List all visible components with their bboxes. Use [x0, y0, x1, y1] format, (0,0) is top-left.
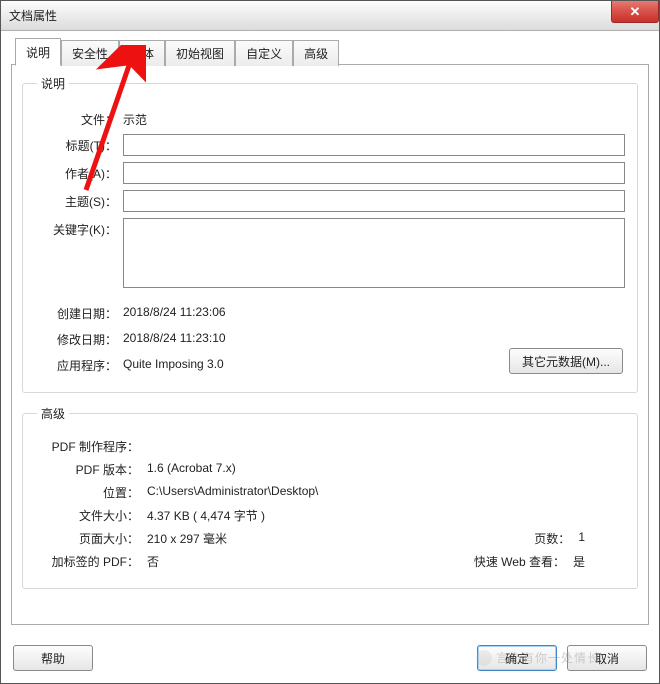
- tab-panel-description: 说明 文件： 示范 标题(T)： 作者(A)： 主题(S)：: [11, 64, 649, 625]
- location-value: C:\Users\Administrator\Desktop\: [147, 484, 625, 501]
- titlebar: 文档属性 ✕: [1, 1, 659, 31]
- location-label: 位置：: [37, 484, 147, 501]
- tab-description[interactable]: 说明: [15, 38, 61, 66]
- additional-metadata-button[interactable]: 其它元数据(M)...: [509, 348, 623, 374]
- producer-value: [147, 438, 625, 455]
- window-title: 文档属性: [9, 7, 57, 24]
- group-description: 说明 文件： 示范 标题(T)： 作者(A)： 主题(S)：: [22, 75, 638, 393]
- group-description-legend: 说明: [37, 75, 69, 92]
- close-icon: ✕: [630, 4, 641, 20]
- tab-fonts[interactable]: 字体: [119, 40, 165, 66]
- producer-label: PDF 制作程序：: [37, 438, 147, 455]
- version-label: PDF 版本：: [37, 461, 147, 478]
- title-label: 标题(T)：: [37, 134, 123, 154]
- cancel-button[interactable]: 取消: [567, 645, 647, 671]
- keywords-input[interactable]: [123, 218, 625, 288]
- group-advanced-legend: 高级: [37, 405, 69, 422]
- author-input[interactable]: [123, 162, 625, 184]
- dialog-footer: 帮助 确定 取消: [1, 635, 659, 683]
- keywords-label: 关键字(K)：: [37, 218, 123, 238]
- created-label: 创建日期：: [37, 302, 123, 322]
- tagged-label: 加标签的 PDF：: [37, 553, 147, 570]
- fastweb-value: 是: [573, 553, 585, 570]
- group-advanced: 高级 PDF 制作程序： PDF 版本： 1.6 (Acrobat 7.x) 位…: [22, 405, 638, 589]
- document-properties-window: 文档属性 ✕ 说明 安全性 字体 初始视图 自定义 高级 说明 文件： 示范 标…: [0, 0, 660, 684]
- subject-input[interactable]: [123, 190, 625, 212]
- modified-label: 修改日期：: [37, 328, 123, 348]
- pagesize-label: 页面大小：: [37, 530, 147, 547]
- subject-label: 主题(S)：: [37, 190, 123, 210]
- file-label: 文件：: [37, 108, 123, 128]
- tagged-value: 否: [147, 553, 474, 570]
- pages-value: 1: [578, 530, 585, 547]
- tab-initial-view[interactable]: 初始视图: [165, 40, 235, 66]
- filesize-value: 4.37 KB ( 4,474 字节 ): [147, 507, 625, 524]
- title-input[interactable]: [123, 134, 625, 156]
- fastweb-label: 快速 Web 查看：: [474, 553, 573, 570]
- author-label: 作者(A)：: [37, 162, 123, 182]
- help-button[interactable]: 帮助: [13, 645, 93, 671]
- close-button[interactable]: ✕: [611, 1, 659, 23]
- tab-advanced[interactable]: 高级: [293, 40, 339, 66]
- pagesize-value: 210 x 297 毫米: [147, 530, 534, 547]
- tabstrip: 说明 安全性 字体 初始视图 自定义 高级: [11, 39, 649, 65]
- tab-custom[interactable]: 自定义: [235, 40, 293, 66]
- filesize-label: 文件大小：: [37, 507, 147, 524]
- ok-button[interactable]: 确定: [477, 645, 557, 671]
- file-value: 示范: [123, 108, 625, 128]
- app-label: 应用程序：: [37, 354, 123, 374]
- tab-security[interactable]: 安全性: [61, 40, 119, 66]
- modified-value: 2018/8/24 11:23:10: [123, 328, 625, 345]
- pages-label: 页数：: [534, 530, 578, 547]
- version-value: 1.6 (Acrobat 7.x): [147, 461, 625, 478]
- created-value: 2018/8/24 11:23:06: [123, 302, 625, 319]
- client-area: 说明 安全性 字体 初始视图 自定义 高级 说明 文件： 示范 标题(T)： 作…: [1, 31, 659, 635]
